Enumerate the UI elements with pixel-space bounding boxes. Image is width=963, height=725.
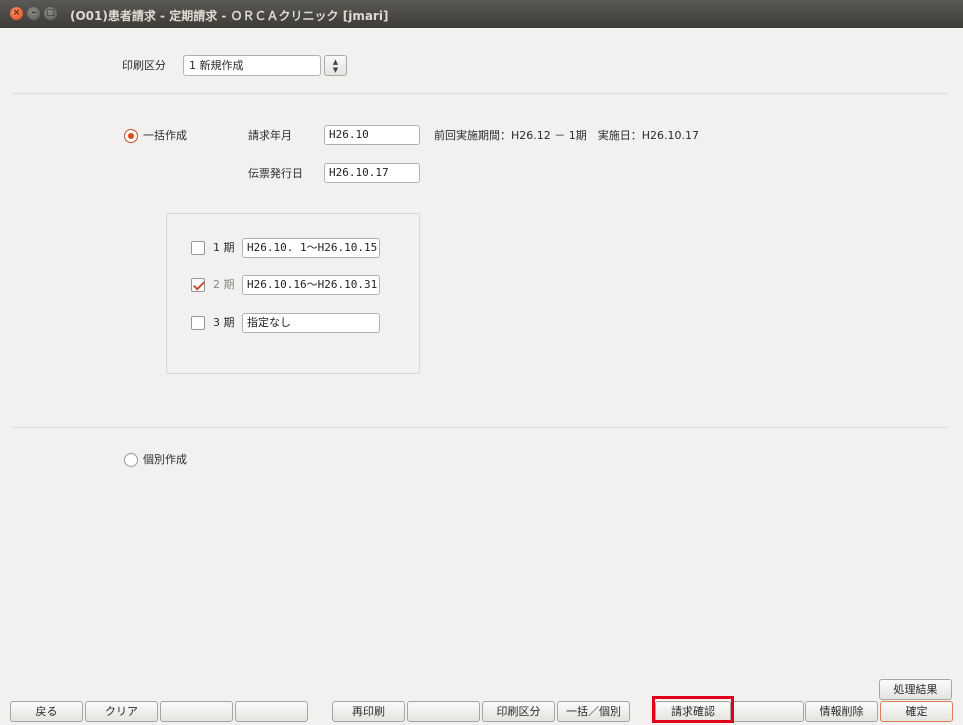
title-bar: × – □ (O01)患者請求 - 定期請求 - ＯＲＣＡクリニック [jmar… [0,0,963,28]
period-2-checkbox[interactable] [191,278,205,292]
back-button[interactable]: 戻る [10,701,83,722]
bulk-radio[interactable] [124,129,138,143]
period-1-range[interactable]: H26.10. 1～H26.10.15 [242,238,380,258]
chevron-up-icon: ▲ [332,58,339,66]
billing-month-label: 請求年月 [248,129,292,142]
blank-button-3[interactable] [407,701,480,722]
bulk-radio-label: 一括作成 [143,129,187,142]
divider-middle [12,427,948,428]
period-3-range[interactable]: 指定なし [242,313,380,333]
reprint-button[interactable]: 再印刷 [332,701,405,722]
blank-button-4[interactable] [731,701,804,722]
period-1-label: 1 期 [213,241,235,254]
slip-date-input[interactable]: H26.10.17 [324,163,420,183]
bulk-individual-button[interactable]: 一括／個別 [557,701,630,722]
divider-top [12,93,948,94]
process-result-button[interactable]: 処理結果 [879,679,952,700]
billing-confirm-highlight [652,696,734,723]
close-icon[interactable]: × [10,7,23,20]
delete-info-button[interactable]: 情報削除 [805,701,878,722]
slip-date-label: 伝票発行日 [248,167,303,180]
previous-period-info: 前回実施期間：H26.12 － 1期 実施日：H26.10.17 [434,129,700,142]
minimize-icon[interactable]: – [27,7,40,20]
billing-month-input[interactable]: H26.10 [324,125,420,145]
period-1-checkbox[interactable] [191,241,205,255]
main-window: × – □ (O01)患者請求 - 定期請求 - ＯＲＣＡクリニック [jmar… [0,0,963,725]
chevron-down-icon: ▼ [332,66,339,74]
maximize-icon[interactable]: □ [44,7,57,20]
period-2-label: 2 期 [213,278,235,291]
blank-button-2[interactable] [235,701,308,722]
window-title: (O01)患者請求 - 定期請求 - ＯＲＣＡクリニック [jmari] [70,9,389,23]
print-section-spinner[interactable]: ▲ ▼ [324,55,347,76]
period-2-range[interactable]: H26.10.16～H26.10.31 [242,275,380,295]
blank-button-1[interactable] [160,701,233,722]
print-section-button[interactable]: 印刷区分 [482,701,555,722]
individual-radio[interactable] [124,453,138,467]
print-section-label: 印刷区分 [122,59,166,72]
period-3-label: 3 期 [213,316,235,329]
individual-radio-label: 個別作成 [143,453,187,466]
period-3-checkbox[interactable] [191,316,205,330]
print-section-combo[interactable]: 1 新規作成 [183,55,321,76]
clear-button[interactable]: クリア [85,701,158,722]
confirm-button[interactable]: 確定 [880,701,953,722]
